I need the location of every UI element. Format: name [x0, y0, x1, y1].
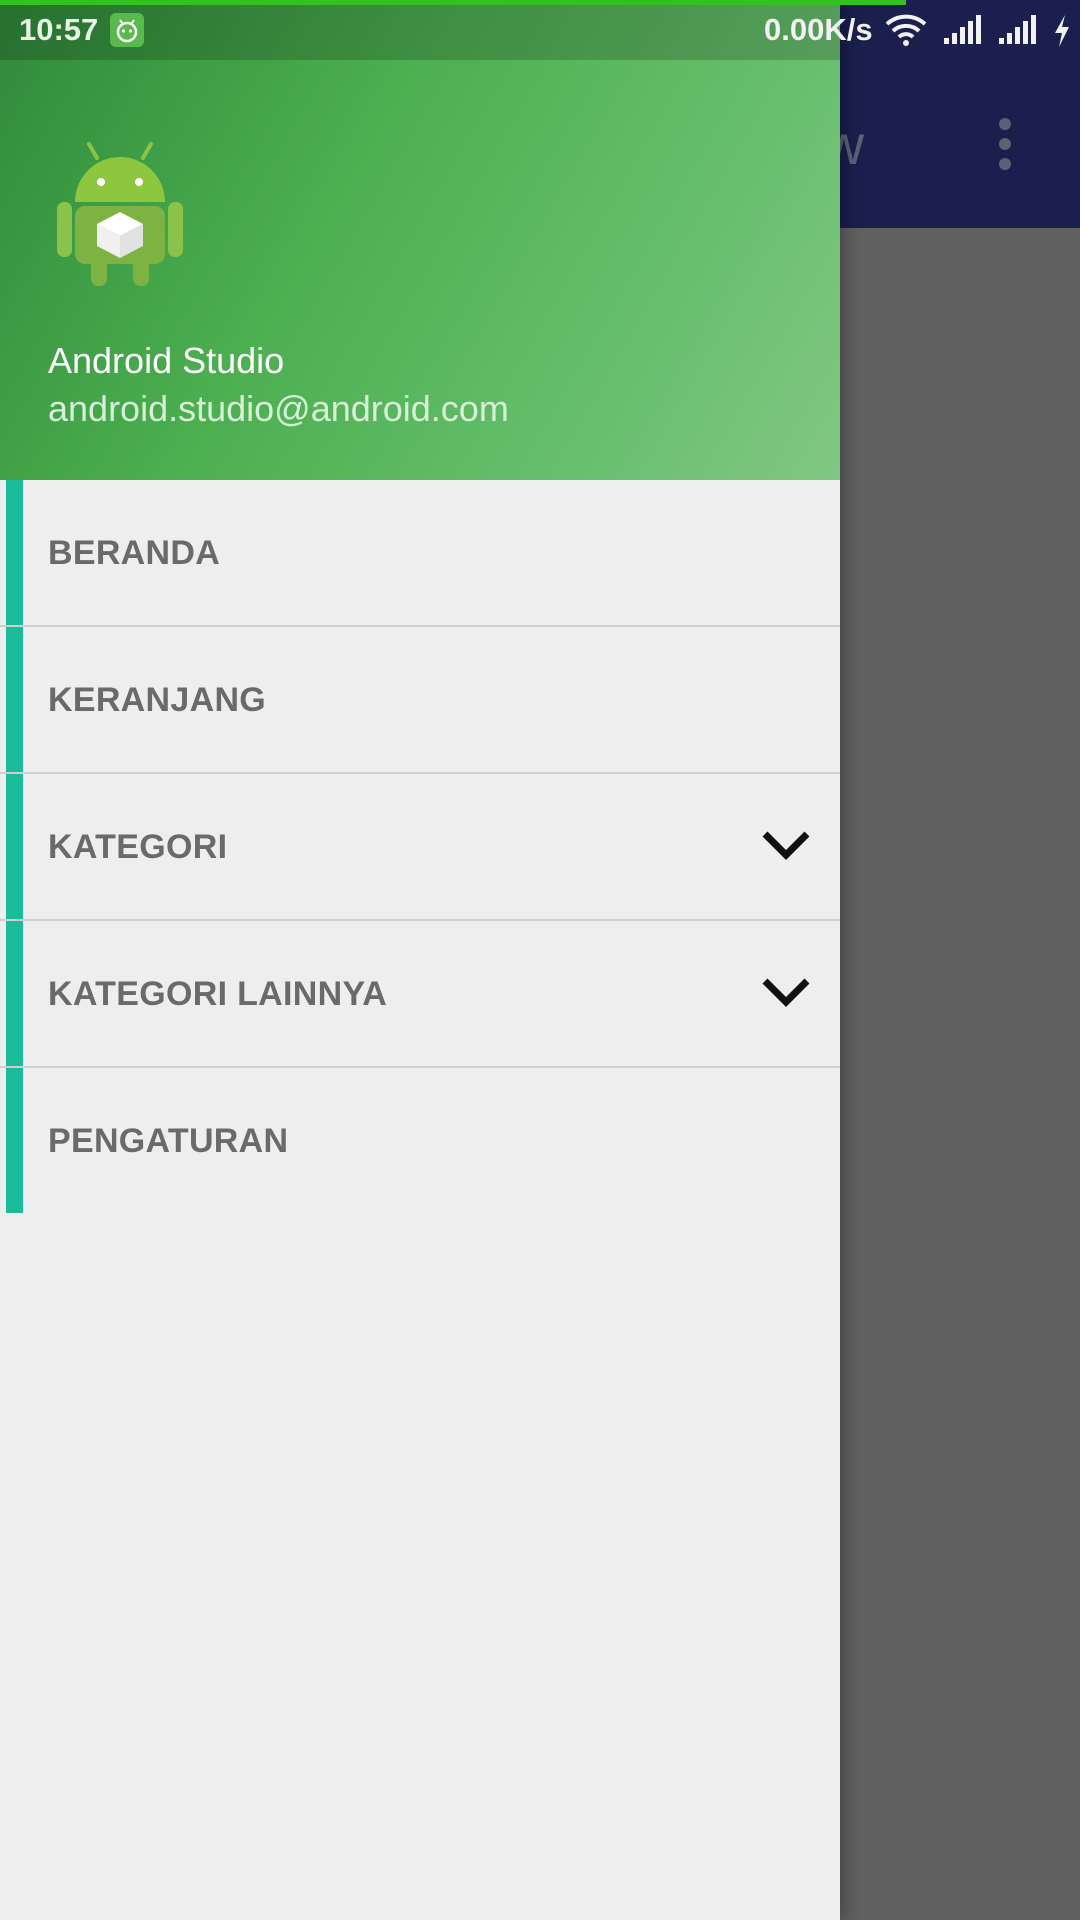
drawer-menu: BERANDA KERANJANG KATEGORI KATEGORI LAIN…	[0, 480, 840, 1213]
notification-app-icon	[110, 13, 144, 47]
more-vert-icon[interactable]	[990, 116, 1020, 172]
menu-accent-bar	[6, 1068, 23, 1213]
chevron-down-icon[interactable]	[760, 973, 812, 1011]
signal-icon	[999, 15, 1036, 44]
charging-icon	[1055, 15, 1069, 47]
menu-item-label: BERANDA	[48, 534, 221, 572]
network-speed: 0.00K/s	[764, 12, 873, 47]
menu-item-label: PENGATURAN	[48, 1122, 289, 1160]
menu-item-label: KATEGORI LAINNYA	[48, 975, 388, 1013]
navigation-drawer: Android Studio android.studio@android.co…	[0, 0, 840, 1920]
menu-accent-bar	[6, 774, 23, 919]
screen: iew A	[0, 0, 1080, 1920]
menu-accent-bar	[6, 627, 23, 772]
wifi-icon	[885, 14, 927, 46]
user-name: Android Studio	[48, 340, 285, 381]
android-robot-icon	[57, 142, 183, 286]
status-time: 10:57	[19, 12, 99, 47]
loading-progress-line	[0, 0, 906, 5]
menu-item-pengaturan[interactable]: PENGATURAN	[0, 1068, 840, 1213]
menu-item-keranjang[interactable]: KERANJANG	[0, 627, 840, 774]
chevron-down-icon[interactable]	[760, 826, 812, 864]
menu-item-label: KERANJANG	[48, 681, 267, 719]
menu-accent-bar	[6, 921, 23, 1066]
menu-item-kategori[interactable]: KATEGORI	[0, 774, 840, 921]
user-email: android.studio@android.com	[48, 388, 509, 429]
signal-icon	[944, 15, 981, 44]
drawer-header: Android Studio android.studio@android.co…	[0, 0, 840, 480]
menu-item-beranda[interactable]: BERANDA	[0, 480, 840, 627]
menu-item-label: KATEGORI	[48, 828, 228, 866]
menu-item-kategori-lainnya[interactable]: KATEGORI LAINNYA	[0, 921, 840, 1068]
menu-accent-bar	[6, 480, 23, 625]
status-bar: 10:57 0.00K/s	[0, 0, 1080, 60]
